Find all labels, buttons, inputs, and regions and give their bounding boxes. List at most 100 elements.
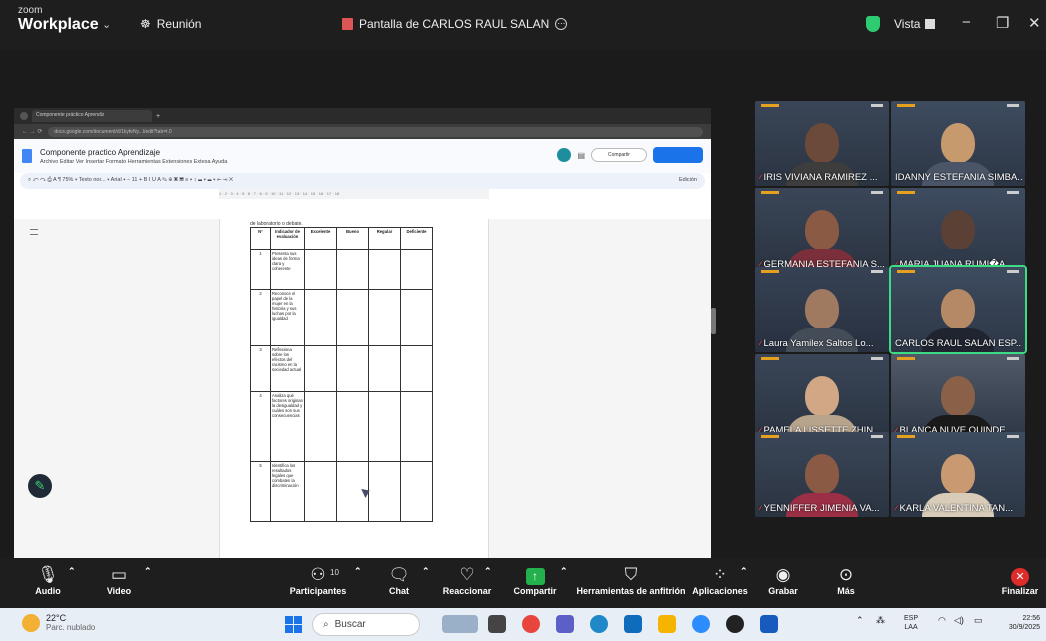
store-icon[interactable] xyxy=(624,615,642,633)
participant-tile[interactable]: ⁄ PAMELA LISSETTE ZHIN... xyxy=(755,354,889,439)
grade-cell xyxy=(304,391,337,462)
meeting-menu[interactable]: ☸ Reunión xyxy=(140,17,201,31)
file-explorer-icon[interactable] xyxy=(658,615,676,633)
chevron-down-icon[interactable]: ⌄ xyxy=(102,18,111,31)
security-shield-icon[interactable] xyxy=(866,16,880,32)
zoom-icon[interactable] xyxy=(692,615,710,633)
apps-caret-icon[interactable]: ⌃ xyxy=(740,566,748,577)
table-row: 2 Reconoce el papel de la mujer en la hi… xyxy=(250,289,433,346)
zoom-workplace-logo[interactable]: zoom Workplace xyxy=(18,6,99,33)
share-screen-button[interactable]: ↑ Compartir xyxy=(510,564,560,596)
teams-icon[interactable] xyxy=(556,615,574,633)
status-tag xyxy=(871,357,883,360)
participant-tile-active-speaker[interactable]: CARLOS RAUL SALAN ESP... xyxy=(889,265,1027,354)
weather-widget[interactable]: 22°C Parc. nublado xyxy=(22,613,95,632)
docs-share-button[interactable]: Compartir xyxy=(591,148,647,162)
maximize-icon[interactable]: ❐ xyxy=(996,14,1009,32)
grade-cell xyxy=(304,461,337,522)
browser-profile-icon[interactable] xyxy=(20,112,28,120)
edit-mode[interactable]: Edición xyxy=(679,177,697,183)
participant-tile[interactable]: ⁄ MARIA JUANA RUMI�A... xyxy=(891,188,1025,273)
browser-tabs: Componente práctico Aprendiz + xyxy=(14,108,711,124)
status-tag xyxy=(897,357,915,360)
split-resize-handle[interactable] xyxy=(711,308,716,334)
end-meeting-button[interactable]: ✕ Finalizar xyxy=(998,564,1042,596)
task-view-icon[interactable] xyxy=(488,615,506,633)
video-button[interactable]: ▭ Video xyxy=(102,564,136,596)
meeting-label: Reunión xyxy=(156,17,202,31)
docs-menu-bar[interactable]: Archivo Editar Ver Insertar Formato Herr… xyxy=(40,159,227,165)
share-label: Compartir xyxy=(513,586,557,596)
url-field[interactable]: docs.google.com/document/d/1kyfeNy...l/e… xyxy=(48,126,703,137)
rubric-table[interactable]: N° Indicador de evaluación Excelente Bue… xyxy=(250,227,433,522)
status-tag xyxy=(761,357,779,360)
search-icon: ⌕ xyxy=(323,619,329,630)
share-caret-icon[interactable]: ⌃ xyxy=(560,566,568,577)
battery-icon[interactable]: ▭ xyxy=(974,615,983,626)
taskbar-search[interactable]: ⌕ Buscar xyxy=(312,613,420,636)
indicator-cell: Reflexiona sobre los efectos del racismo… xyxy=(270,345,305,392)
obs-icon[interactable] xyxy=(726,615,744,633)
edit-pencil-icon[interactable]: ✎ xyxy=(28,474,52,498)
nav-arrows-icon[interactable]: ← → ⟳ xyxy=(22,128,42,135)
chat-caret-icon[interactable]: ⌃ xyxy=(422,566,430,577)
host-tools-button[interactable]: ⛉ Herramientas de anfitrión xyxy=(576,564,686,596)
comments-icon[interactable]: ▤ xyxy=(577,151,585,160)
participant-tile[interactable]: ⁄ GERMANIA ESTEFANIA S... xyxy=(755,188,889,273)
google-docs-icon[interactable] xyxy=(22,149,32,163)
more-button[interactable]: ⊙ Más xyxy=(832,564,860,596)
participant-tile[interactable]: ⁄ YENNIFFER JIMENIA VA... xyxy=(755,432,889,517)
docs-toolbar[interactable]: ⌕ ↶ ↷ ⎙ A ¶ 75% ▾ Texto nor... ▾ Arial ▾… xyxy=(20,173,705,189)
host-tools-label: Herramientas de anfitrión xyxy=(576,586,686,596)
windows-start-icon[interactable] xyxy=(285,616,302,633)
chrome-icon[interactable] xyxy=(522,615,540,633)
view-button[interactable]: Vista xyxy=(894,17,936,31)
participant-tile[interactable]: ⁄ Laura Yamilex Saltos Lo... xyxy=(755,267,889,352)
mic-off-icon: ⁄ xyxy=(759,338,761,349)
chat-button[interactable]: 🗨︎ Chat xyxy=(384,564,414,596)
table-row: 5 Identifica los resultados legales que … xyxy=(250,461,433,522)
tray-chevron-icon[interactable]: ⌃ xyxy=(856,615,864,626)
volume-icon[interactable]: ◁) xyxy=(954,615,964,626)
record-button[interactable]: ◉ Grabar xyxy=(766,564,800,596)
doc-title[interactable]: Componente practico Aprendizaje xyxy=(40,148,227,157)
language-indicator[interactable]: ESP LAA xyxy=(904,614,918,632)
outline-icon[interactable] xyxy=(30,229,38,235)
status-tag xyxy=(871,104,883,107)
options-circle-icon[interactable]: ⋯ xyxy=(555,18,568,30)
screen-share-title[interactable]: Pantalla de CARLOS RAUL SALAN ⋯ xyxy=(342,17,568,31)
shield-icon: ⛉ xyxy=(624,565,638,584)
shared-screen[interactable]: Componente práctico Aprendiz + ← → ⟳ doc… xyxy=(14,108,711,558)
widgets-icon[interactable] xyxy=(442,615,478,633)
participant-tile[interactable]: ⁄ IRIS VIVIANA RAMIREZ ... xyxy=(755,101,889,186)
wifi-icon[interactable]: ◠ xyxy=(938,615,946,626)
participants-button[interactable]: ⚇ Participantes xyxy=(286,564,350,596)
table-row: 4 Analiza qué factores originan la desig… xyxy=(250,391,433,462)
toolbar-tools[interactable]: ⌕ ↶ ↷ ⎙ A ¶ 75% ▾ Texto nor... ▾ Arial ▾… xyxy=(28,177,233,183)
word-icon[interactable] xyxy=(760,615,778,633)
participant-face xyxy=(805,123,839,163)
status-tag xyxy=(761,191,779,194)
network-tray-icon[interactable]: ⁂ xyxy=(876,615,885,626)
minimize-icon[interactable]: − xyxy=(962,14,971,31)
audio-options-caret-icon[interactable]: ⌃ xyxy=(68,566,76,577)
clock[interactable]: 22:56 30/9/2025 xyxy=(996,614,1040,632)
docs-primary-button[interactable] xyxy=(653,147,703,163)
browser-tab[interactable]: Componente práctico Aprendiz xyxy=(32,110,152,122)
microphone-icon: 🎙︎ xyxy=(37,565,59,584)
lang-bottom: LAA xyxy=(904,624,918,631)
participant-tile[interactable]: ⁄ BLANCA NUVE QUINDE ... xyxy=(891,354,1025,439)
participant-tile[interactable]: ⁄ KARLA VALENTINA TAN... xyxy=(891,432,1025,517)
audio-button[interactable]: 🎙︎ Audio xyxy=(32,564,64,596)
user-avatar[interactable] xyxy=(557,148,572,162)
new-tab-icon[interactable]: + xyxy=(156,113,160,120)
header-cell: Excelente xyxy=(304,227,337,250)
grade-cell xyxy=(368,249,401,290)
participant-tile[interactable]: IDANNY ESTEFANIA SIMBA... xyxy=(891,101,1025,186)
close-icon[interactable]: ✕ xyxy=(1028,14,1041,32)
edge-icon[interactable] xyxy=(590,615,608,633)
react-caret-icon[interactable]: ⌃ xyxy=(484,566,492,577)
row-number: 2 xyxy=(250,289,271,346)
video-options-caret-icon[interactable]: ⌃ xyxy=(144,566,152,577)
participants-caret-icon[interactable]: ⌃ xyxy=(354,566,362,577)
